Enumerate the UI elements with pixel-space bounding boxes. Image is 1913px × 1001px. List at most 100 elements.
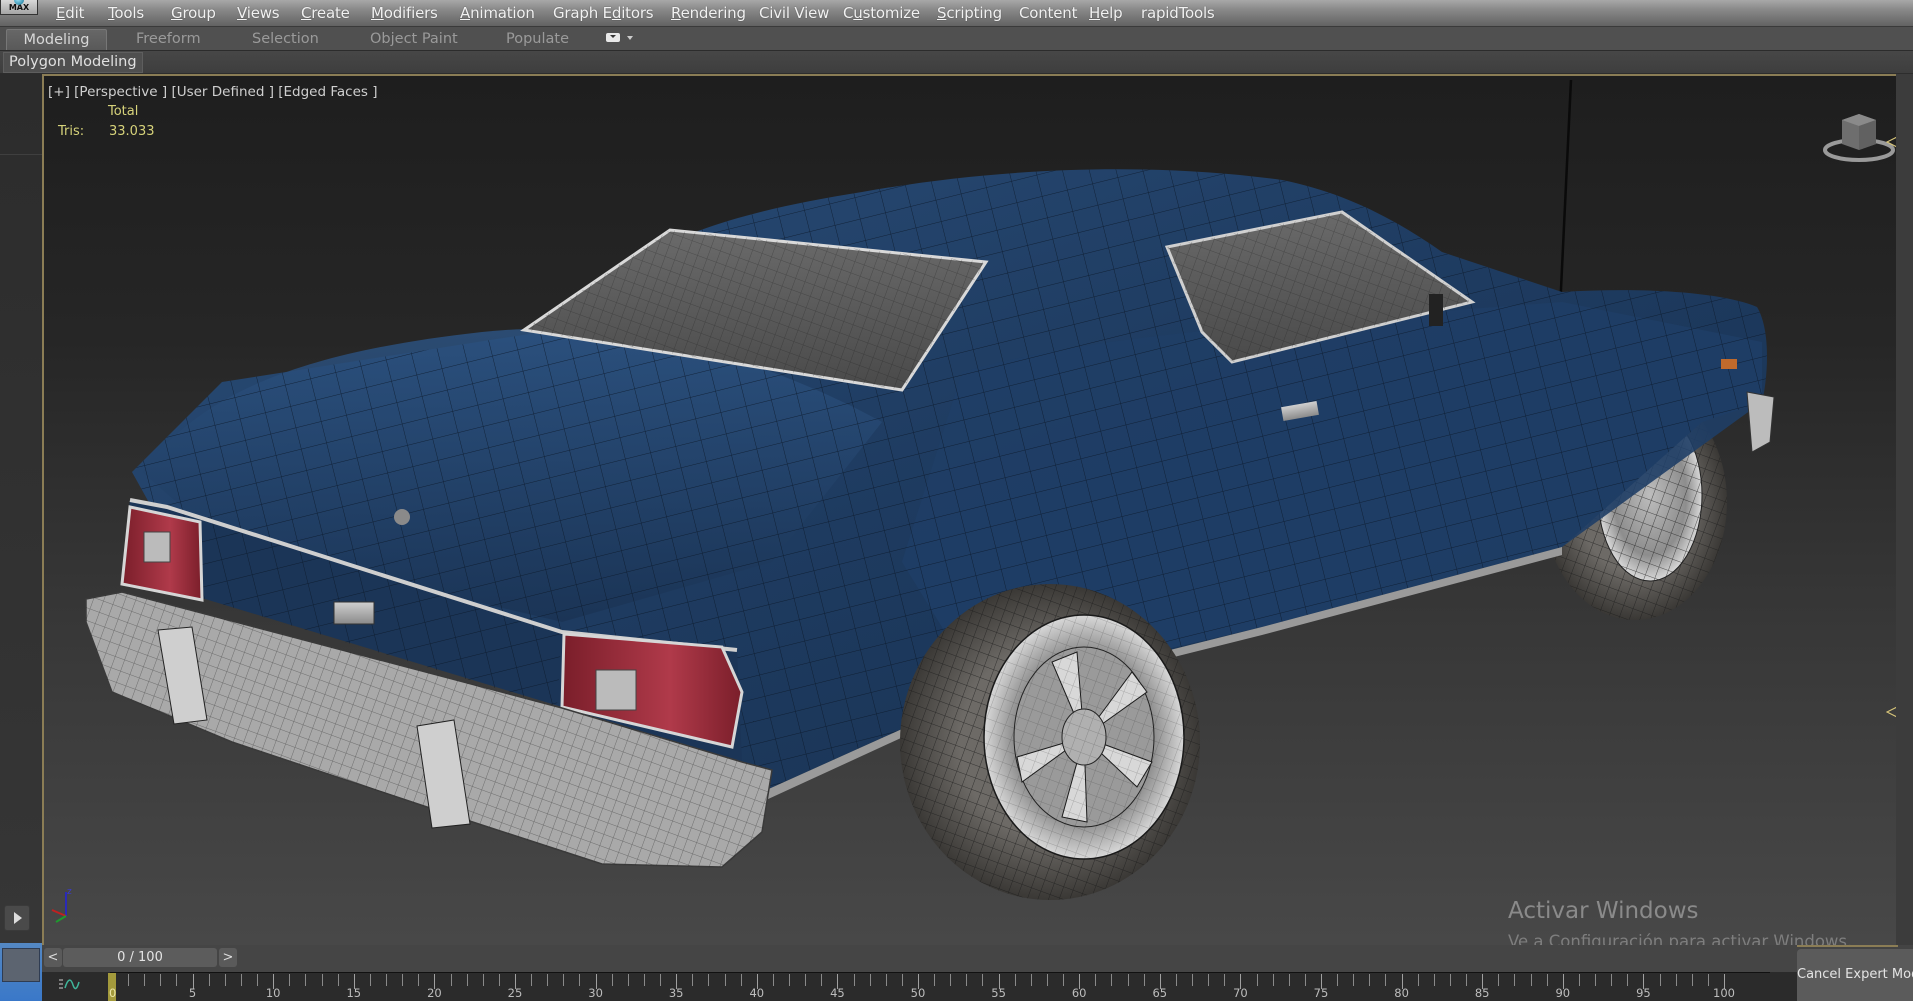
tick-label: 70	[1233, 986, 1248, 1000]
minor-tick	[547, 974, 549, 986]
car-model[interactable]	[44, 76, 1896, 945]
minor-tick	[1256, 974, 1258, 986]
minor-tick	[337, 974, 339, 986]
menu-content[interactable]: Content	[1019, 4, 1077, 22]
minor-tick	[1127, 974, 1129, 986]
minor-tick	[708, 974, 710, 986]
minor-tick	[692, 974, 694, 986]
minor-tick	[627, 974, 629, 986]
minor-tick	[1707, 974, 1709, 986]
prev-frame-button[interactable]: <	[44, 948, 62, 967]
menu-graph-editors[interactable]: Graph Editors	[553, 4, 654, 22]
cancel-expert-mode-button[interactable]: Cancel Expert Mode	[1797, 949, 1913, 1001]
ribbon-tabs: Modeling Freeform Selection Object Paint…	[0, 27, 1913, 51]
menu-rapidtools[interactable]: rapidTools	[1141, 4, 1215, 22]
minor-tick	[1369, 974, 1371, 986]
rear-wheel-near	[900, 584, 1200, 900]
minor-tick	[1530, 974, 1532, 986]
menu-civil-view[interactable]: Civil View	[759, 4, 829, 22]
menu-views[interactable]: Views	[237, 4, 280, 22]
stats-tris-label: Tris:	[58, 124, 85, 139]
right-strip	[1896, 74, 1913, 945]
expand-panel-button[interactable]	[4, 905, 30, 931]
polygon-modeling-panel[interactable]: Polygon Modeling	[3, 52, 143, 73]
stats-header: Total	[108, 104, 139, 119]
minor-tick	[289, 974, 291, 986]
minor-tick	[1030, 974, 1032, 986]
menu-edit[interactable]: Edit	[56, 4, 84, 22]
minor-tick	[869, 974, 871, 986]
menu-animation[interactable]: Animation	[460, 4, 535, 22]
tab-object-paint[interactable]: Object Paint	[370, 29, 458, 49]
application-menu-button[interactable]: MAX	[0, 0, 38, 15]
minor-tick	[885, 974, 887, 986]
minor-tick	[1498, 974, 1500, 986]
tick-label: 5	[188, 986, 197, 1000]
tab-selection[interactable]: Selection	[252, 29, 319, 49]
minor-tick	[821, 974, 823, 986]
chevron-down-icon[interactable]	[627, 36, 633, 40]
minor-tick	[901, 974, 903, 986]
minor-tick	[772, 974, 774, 986]
tick-label: 85	[1474, 986, 1490, 1000]
curve-editor-icon[interactable]	[58, 977, 80, 993]
menu-customize[interactable]: Customize	[843, 4, 920, 22]
menu-tools[interactable]: Tools	[108, 4, 144, 22]
ribbon-toggle-icon[interactable]	[606, 33, 620, 42]
menu-help[interactable]: Help	[1089, 4, 1123, 22]
minor-tick	[1192, 974, 1194, 986]
tick-label: 15	[346, 986, 362, 1000]
tick-label: 75	[1313, 986, 1329, 1000]
menu-create[interactable]: Create	[301, 4, 350, 22]
axis-z-label: z	[67, 887, 72, 897]
minor-tick	[643, 974, 645, 986]
menu-group[interactable]: Group	[171, 4, 216, 22]
minor-tick	[128, 974, 130, 986]
minor-tick	[144, 974, 146, 986]
tick-label: 95	[1636, 986, 1651, 1000]
minor-tick	[1433, 974, 1435, 986]
minor-tick	[450, 974, 452, 986]
tick-label: 25	[507, 986, 523, 1000]
minor-tick	[1208, 974, 1210, 986]
minor-tick	[1659, 974, 1661, 986]
next-frame-button[interactable]: >	[219, 948, 237, 967]
playhead-label: 0	[109, 986, 117, 1000]
minor-tick	[611, 974, 613, 986]
minor-tick	[1014, 974, 1016, 986]
minor-tick	[1385, 974, 1387, 986]
minor-tick	[1224, 974, 1226, 986]
viewcube-icon[interactable]	[1822, 106, 1896, 166]
perspective-viewport[interactable]: [+] [Perspective ] [User Defined ] [Edge…	[42, 74, 1898, 947]
time-slider-thumb[interactable]: 0 / 100	[63, 948, 217, 967]
minor-tick	[740, 974, 742, 986]
minor-tick	[305, 974, 307, 986]
minor-tick	[1417, 974, 1419, 986]
viewport-label-menu[interactable]: [+] [Perspective ] [User Defined ] [Edge…	[48, 84, 377, 100]
minor-tick	[853, 974, 855, 986]
axis-tripod-icon: z	[51, 887, 72, 923]
menu-modifiers[interactable]: Modifiers	[371, 4, 438, 22]
antenna	[1558, 79, 1573, 311]
tab-modeling[interactable]: Modeling	[6, 29, 107, 50]
minor-tick	[982, 974, 984, 986]
tick-label: 10	[265, 986, 281, 1000]
minor-tick	[418, 974, 420, 986]
minor-tick	[1466, 974, 1468, 986]
tick-label: 50	[910, 986, 926, 1000]
left-command-strip	[0, 74, 42, 945]
tab-freeform[interactable]: Freeform	[136, 29, 201, 49]
minor-tick	[579, 974, 581, 986]
key-color-swatch[interactable]	[2, 948, 40, 982]
menu-rendering[interactable]: Rendering	[671, 4, 746, 22]
trackbar[interactable]: 5 10 15 20 25 30 35 40 45 50 55 60 65 70 75 80 85 90 95 100…	[42, 972, 1797, 1001]
stats-tris-value: 33.033	[109, 124, 155, 139]
tab-populate[interactable]: Populate	[506, 29, 569, 49]
tick-label: 30	[588, 986, 603, 1000]
menu-scripting[interactable]: Scripting	[937, 4, 1002, 22]
minor-tick	[321, 974, 323, 986]
time-slider: < 0 / 100 >	[42, 945, 1797, 972]
minor-tick	[369, 974, 371, 986]
trackbar-border	[110, 972, 1770, 973]
minor-tick	[240, 974, 242, 986]
